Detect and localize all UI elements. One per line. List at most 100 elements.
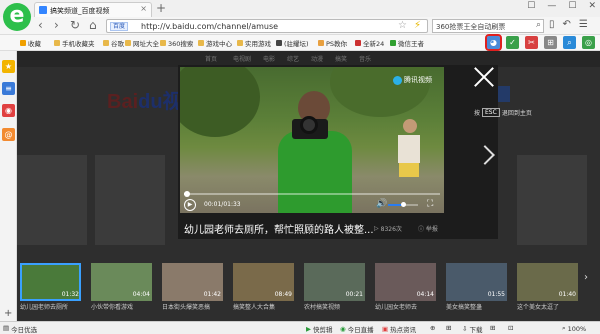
status-tool[interactable]: ⊡ <box>508 324 513 332</box>
folder-icon <box>198 40 204 46</box>
magnifier-icon[interactable]: ⌕ <box>563 36 576 49</box>
back-button[interactable]: ‹ <box>38 18 43 33</box>
bookmark-item[interactable]: PS教你 <box>318 38 347 48</box>
favorites-star-icon[interactable]: ★ <box>2 60 15 73</box>
notes-icon[interactable]: ≡ <box>2 82 15 95</box>
address-bar[interactable]: 百度 http://v.baidu.com/channel/amuse ☆ ⚡ <box>106 19 428 33</box>
status-bar: ▤ 今日优选 ▶ 快剪辑 ◉ 今日直播 ▣ 热点资讯 ⊕ ⊞ ⇩ 下载 ⊞ ⊡ ⌕ 100% <box>0 321 600 334</box>
bookmark-item[interactable]: 谷歌 <box>103 38 124 48</box>
status-news[interactable]: ▣ 热点资讯 <box>382 324 416 334</box>
progress-bar[interactable] <box>183 191 440 197</box>
timecode: 00:01/01:33 <box>204 201 241 208</box>
maximize-button[interactable]: ☐ <box>568 1 576 11</box>
search-icon[interactable]: ⌕ <box>536 20 541 30</box>
volume-knob[interactable] <box>401 202 406 207</box>
minimize-button[interactable]: — <box>547 1 556 11</box>
title-bar: 搞笑频道_百度视频 × + ☐ — ☐ ✕ <box>0 0 600 17</box>
bookmark-item[interactable]: (驻耀坛) <box>276 38 309 48</box>
gamepad-icon[interactable]: ◎ <box>582 36 595 49</box>
page-nav-item[interactable]: 综艺 <box>287 54 299 63</box>
folder-icon <box>237 40 243 46</box>
forward-button[interactable]: › <box>54 18 59 33</box>
thumbnail-duration: 01:42 <box>203 291 221 298</box>
menu-icon[interactable]: ☰ <box>579 19 588 30</box>
video-thumbnail[interactable]: 04:04 小伙带你看游戏 <box>91 263 152 315</box>
bookmark-item[interactable]: 微信王者 <box>390 38 424 48</box>
bookmark-favorites[interactable]: 收藏 <box>20 38 41 48</box>
bookmark-item[interactable]: 360搜索 <box>160 38 193 48</box>
undo-icon[interactable]: ↶ <box>563 19 571 30</box>
thumbnail-caption: 日本街头爆笑恶搞 <box>162 304 211 311</box>
page-nav-item[interactable]: 音乐 <box>359 54 371 63</box>
zoom-level[interactable]: ⌕ 100% <box>562 324 586 333</box>
video-thumbnail[interactable]: 08:49 搞笑整人大合集 <box>233 263 294 315</box>
left-sidebar: ★ ≡ ◉ @ + <box>0 51 17 321</box>
lightning-icon[interactable]: ⚡ <box>414 20 421 31</box>
volume-icon[interactable]: 🔊 <box>376 199 387 209</box>
video-thumbnail[interactable]: 04:14 幼儿园女老师去 <box>375 263 436 315</box>
play-count-icon: ▷ <box>374 225 379 232</box>
close-window-button[interactable]: ✕ <box>588 1 596 11</box>
bookmark-item[interactable]: 游戏中心 <box>198 38 232 48</box>
video-thumbnail[interactable]: 01:42 日本街头爆笑恶搞 <box>162 263 223 315</box>
refresh-button[interactable]: ↻ <box>70 18 80 33</box>
fullscreen-icon[interactable]: ⛶ <box>427 199 433 209</box>
search-input[interactable]: 360抢票王全自动刷票 ⌕ <box>432 19 544 33</box>
video-frame[interactable]: 腾讯视频 <box>180 67 444 213</box>
bookmark-item[interactable]: 全新24 <box>355 38 384 48</box>
highlighted-extension-icon[interactable]: ◕ <box>485 34 502 51</box>
status-today-pick[interactable]: ▤ 今日优选 <box>3 324 37 334</box>
bookmark-item[interactable]: 手机收藏夹 <box>54 38 95 48</box>
report-link[interactable]: ⓘ 举报 <box>418 224 438 233</box>
status-tool[interactable]: ⊞ <box>490 324 495 332</box>
video-thumbnail[interactable]: 01:40 这个美女太逗了 <box>517 263 578 315</box>
video-title: 幼儿园老师去厕所，帮忙照顾的路人被整... <box>184 225 374 236</box>
close-player-button[interactable] <box>471 64 497 90</box>
status-tool[interactable]: ⊕ <box>430 324 435 332</box>
page-nav-item[interactable]: 首页 <box>205 54 217 63</box>
bookmark-label: 手机收藏夹 <box>62 40 95 48</box>
video-thumbnail[interactable]: 01:55 美女搞笑整蛊 <box>446 263 507 315</box>
esc-suffix: 退回到主页 <box>501 110 532 117</box>
progress-knob[interactable] <box>183 191 190 197</box>
extension-icons: ◕ ✓ ✂ ⊞ ⌕ ◎ ⊞ <box>485 34 600 51</box>
status-download[interactable]: ⇩ 下载 <box>462 324 482 334</box>
video-thumbnail[interactable]: 01:32 幼儿园老师去厕所 <box>20 263 81 315</box>
bookmark-item[interactable]: 网址大全 <box>125 38 159 48</box>
browser-logo[interactable]: e <box>3 3 31 31</box>
download-icon: ⇩ <box>462 325 468 333</box>
at-icon[interactable]: @ <box>2 128 15 141</box>
video-thumbnail[interactable]: 00:21 农村搞笑视频 <box>304 263 365 315</box>
status-label: 热点资讯 <box>390 326 417 334</box>
status-tool[interactable]: ⊞ <box>446 324 451 332</box>
volume-slider[interactable] <box>388 202 418 207</box>
page-nav-item[interactable]: 动漫 <box>311 54 323 63</box>
page-thumb[interactable] <box>17 155 87 245</box>
bookmark-item[interactable]: 实用游戏 <box>237 38 271 48</box>
phone-icon[interactable]: ▯ <box>549 19 555 30</box>
extension-icon[interactable]: ⊞ <box>544 36 557 49</box>
url-text[interactable]: http://v.baidu.com/channel/amuse <box>141 22 278 31</box>
browser-tab[interactable]: 搞笑频道_百度视频 × <box>34 2 152 17</box>
tab-title: 搞笑频道_百度视频 <box>50 7 110 15</box>
status-live[interactable]: ◉ 今日直播 <box>340 324 374 334</box>
add-sidebar-button[interactable]: + <box>4 308 12 319</box>
page-nav-item[interactable]: 搞笑 <box>335 54 347 63</box>
page-thumb[interactable] <box>517 155 587 245</box>
extension-icon[interactable]: ✓ <box>506 36 519 49</box>
play-pause-button[interactable]: ▶ <box>184 199 196 211</box>
home-button[interactable]: ⌂ <box>89 18 97 33</box>
page-thumb[interactable] <box>95 155 165 245</box>
tab-close-icon[interactable]: × <box>140 4 147 13</box>
page-nav-item[interactable]: 电视剧 <box>233 54 251 63</box>
new-tab-button[interactable]: + <box>156 1 166 15</box>
thumbnail-caption: 这个美女太逗了 <box>517 304 560 311</box>
window-controls: ☐ — ☐ ✕ <box>527 1 596 11</box>
scissors-icon[interactable]: ✂ <box>525 36 538 49</box>
status-quick-clip[interactable]: ▶ 快剪辑 <box>306 324 333 334</box>
page-nav-item[interactable]: 电影 <box>263 54 275 63</box>
window-skin-icon[interactable]: ☐ <box>527 1 535 11</box>
weibo-icon[interactable]: ◉ <box>2 104 15 117</box>
star-icon[interactable]: ☆ <box>398 20 407 31</box>
thumbnail-next-icon[interactable]: › <box>584 272 588 283</box>
